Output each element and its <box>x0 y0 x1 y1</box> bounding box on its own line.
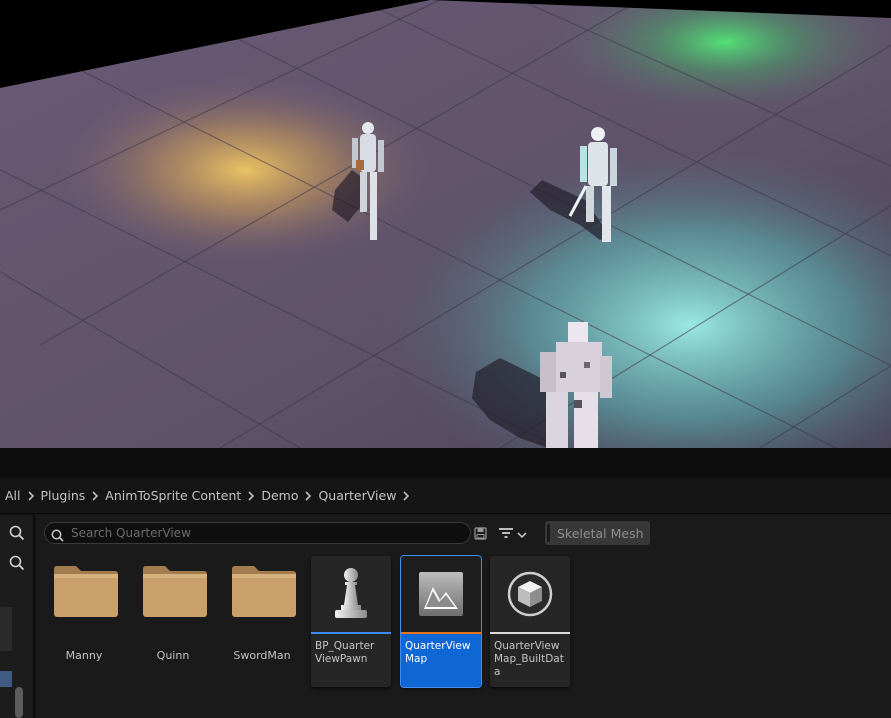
folder-tile-manny[interactable]: Manny <box>44 561 124 681</box>
asset-tile-bp-quarterviewpawn[interactable]: BP_Quarter ViewPawn <box>311 556 391 687</box>
chevron-right-icon[interactable] <box>396 478 416 514</box>
asset-type-bar <box>401 632 481 634</box>
folder-icon <box>143 566 207 617</box>
viewport-bottom-bar <box>0 448 891 478</box>
chevron-right-icon[interactable] <box>241 478 261 514</box>
chevron-right-icon[interactable] <box>85 478 105 514</box>
chevron-right-icon[interactable] <box>298 478 318 514</box>
search-input[interactable] <box>71 524 461 542</box>
breadcrumb-item-all[interactable]: All <box>5 488 21 503</box>
asset-thumbnail <box>401 556 481 632</box>
search-box[interactable] <box>44 522 471 544</box>
search-icon[interactable] <box>0 549 33 577</box>
breadcrumb-item-demo[interactable]: Demo <box>261 488 298 503</box>
asset-thumbnail <box>311 556 391 632</box>
save-search-icon[interactable] <box>474 525 487 544</box>
scene-render <box>0 0 891 448</box>
search-icon[interactable] <box>0 519 33 547</box>
filter-chip-label: Skeletal Mesh <box>557 525 644 541</box>
folder-icon <box>54 566 118 617</box>
cube-icon <box>507 571 553 617</box>
folder-tree-panel[interactable] <box>0 607 12 651</box>
search-icon <box>51 527 64 546</box>
asset-type-bar <box>490 632 570 634</box>
level-viewport[interactable] <box>0 0 891 448</box>
pawn-icon <box>335 568 367 618</box>
folder-tree-selected-item[interactable] <box>0 671 12 687</box>
asset-grid: Manny Quinn SwordMan BP_Quarter ViewPawn… <box>36 551 891 718</box>
chevron-right-icon[interactable] <box>21 478 41 514</box>
chevron-down-icon <box>517 524 527 543</box>
folder-icon <box>232 566 296 617</box>
folder-name: SwordMan <box>233 649 291 662</box>
folder-name: Quinn <box>156 649 190 662</box>
sources-panel-collapsed <box>0 515 35 718</box>
breadcrumb-item-quarterview[interactable]: QuarterView <box>318 488 396 503</box>
asset-type-bar <box>311 632 391 634</box>
breadcrumb-item-animtosprite-content[interactable]: AnimToSprite Content <box>105 488 241 503</box>
scrollbar-thumb[interactable] <box>15 687 23 718</box>
folder-tile-quinn[interactable]: Quinn <box>133 561 213 681</box>
asset-tile-quarterview-map-builtdata[interactable]: QuarterView Map_BuiltData <box>490 556 570 687</box>
asset-thumbnail <box>490 556 570 632</box>
breadcrumb: All Plugins AnimToSprite Content Demo Qu… <box>0 478 891 514</box>
asset-name: QuarterView Map_BuiltData <box>494 640 564 678</box>
asset-tile-quarterview-map[interactable]: QuarterView Map <box>400 555 482 688</box>
folder-tile-swordman[interactable]: SwordMan <box>222 561 302 681</box>
filter-icon <box>498 524 514 543</box>
asset-name: QuarterView Map <box>405 640 471 665</box>
folder-name: Manny <box>65 649 103 662</box>
map-icon <box>419 572 463 616</box>
breadcrumb-item-plugins[interactable]: Plugins <box>41 488 86 503</box>
filter-button[interactable] <box>498 523 534 543</box>
filter-chip-skeletal-mesh[interactable]: Skeletal Mesh <box>545 521 650 545</box>
content-browser-toolbar: Skeletal Mesh <box>36 515 891 551</box>
asset-name: BP_Quarter ViewPawn <box>315 640 375 665</box>
